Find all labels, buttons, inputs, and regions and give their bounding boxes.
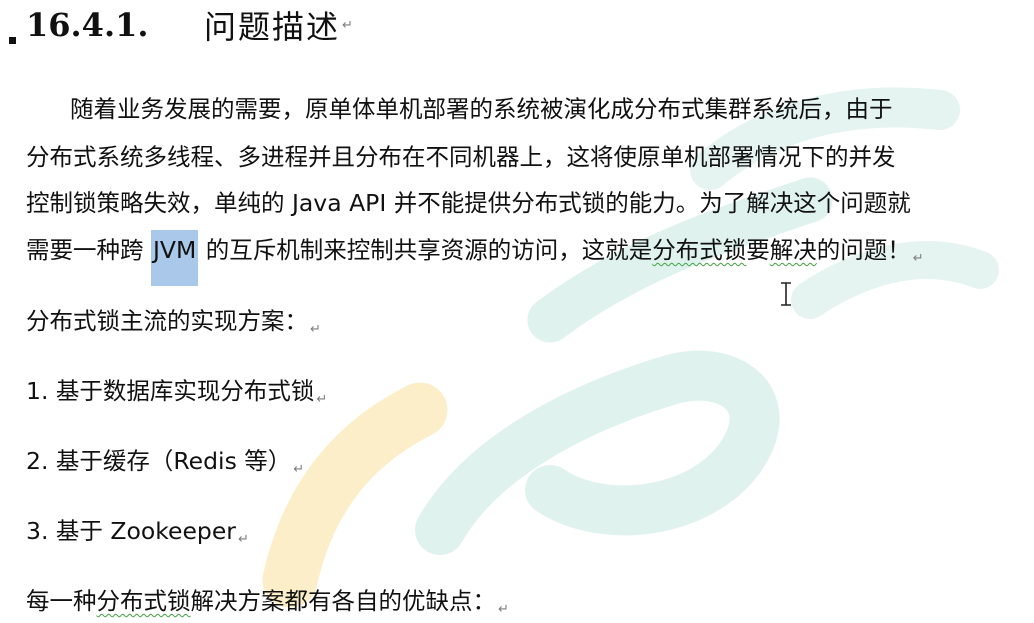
section-title: 问题描述: [204, 8, 341, 46]
document-page[interactable]: 16.4.1. 问题描述 ↵ 随着业务发展的需要，原单体单机部署的系统被演化成分…: [0, 0, 1034, 623]
list-item: 3. 基于 Zookeeper ↵: [26, 517, 249, 547]
watermark-stroke-teal-1: [415, 350, 780, 555]
watermark-stroke-yellow: [262, 382, 448, 608]
heading-bullet: [9, 37, 16, 44]
list-item: 2. 基于缓存（Redis 等） ↵: [26, 447, 305, 477]
list-item: 1. 基于数据库实现分布式锁 ↵: [26, 377, 328, 407]
closing-line: 每一种分布式锁解决方案都有各自的优缺点： ↵: [26, 587, 509, 617]
text-cursor-icon: [781, 282, 791, 306]
paragraph-mark-icon: ↵: [310, 322, 321, 337]
solutions-intro: 分布式锁主流的实现方案： ↵: [26, 307, 321, 337]
paragraph-mark-icon: ↵: [293, 462, 305, 477]
paragraph-mark-icon: ↵: [316, 392, 328, 407]
paragraph-mark-icon: ↵: [237, 532, 249, 547]
selected-text[interactable]: JVM: [150, 230, 199, 286]
section-number: 16.4.1.: [26, 6, 149, 44]
paragraph1-line4: 需要一种跨 JVM 的互斥机制来控制共享资源的访问，这就是分布式锁要解决的问题！…: [26, 230, 924, 286]
paragraph-mark-icon: ↵: [498, 602, 509, 617]
spellcheck-flag: 分布式锁: [652, 236, 747, 264]
paragraph1-line2: 分布式系统多线程、多进程并且分布在不同机器上，这将使原单机部署情况下的并发: [26, 143, 896, 171]
paragraph-mark-icon: ↵: [342, 17, 353, 33]
paragraph1-line3: 控制锁策略失效，单纯的 Java API 并不能提供分布式锁的能力。为了解决这个…: [26, 189, 911, 217]
paragraph-mark-icon: ↵: [912, 251, 924, 266]
spellcheck-flag: 解决: [769, 236, 817, 264]
section-heading: 16.4.1. 问题描述 ↵: [26, 2, 353, 48]
paragraph1-line1: 随着业务发展的需要，原单体单机部署的系统被演化成分布式集群系统后，由于: [70, 95, 893, 123]
spellcheck-flag: 分布式锁: [96, 587, 191, 615]
